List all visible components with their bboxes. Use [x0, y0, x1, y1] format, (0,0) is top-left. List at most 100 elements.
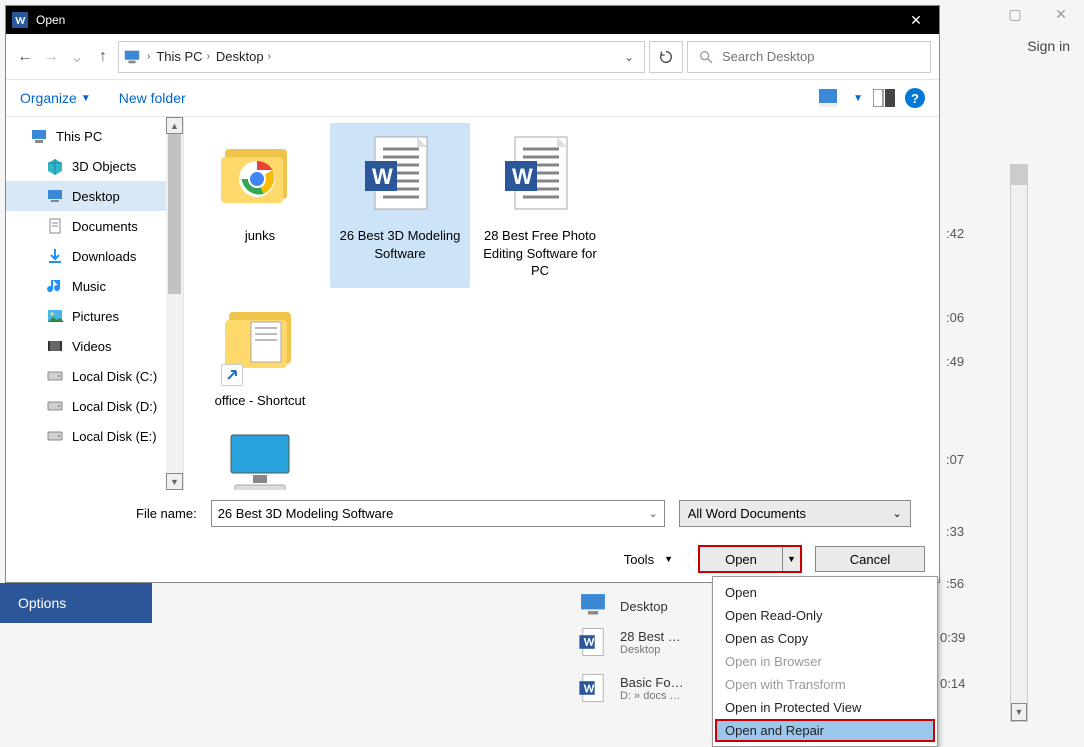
parent-close-icon[interactable]: ✕: [1038, 0, 1084, 28]
sidebar-item-this-pc[interactable]: This PC: [6, 121, 183, 151]
sidebar-item-label: Music: [72, 279, 106, 294]
disk-icon: [46, 367, 64, 385]
file-name-input[interactable]: 26 Best 3D Modeling Software ⌄: [211, 500, 665, 527]
sidebar-item-label: Documents: [72, 219, 138, 234]
sidebar-item-documents[interactable]: Documents: [6, 211, 183, 241]
search-field[interactable]: [722, 49, 920, 64]
word-doc-icon: W: [576, 671, 610, 705]
bg-file-name: Desktop: [620, 599, 668, 614]
parent-maximize-icon[interactable]: ▢: [992, 0, 1038, 28]
file-label: junks: [245, 227, 275, 245]
sidebar-item-local-disk-c-[interactable]: Local Disk (C:): [6, 361, 183, 391]
open-split-button[interactable]: Open ▼: [699, 546, 801, 572]
options-sidebar-item[interactable]: Options: [0, 583, 152, 623]
sidebar-item-music[interactable]: Music: [6, 271, 183, 301]
menu-item-open-as-copy[interactable]: Open as Copy: [715, 627, 935, 650]
folder-tree: This PC 3D Objects Desktop Documents Downloa…: [6, 117, 184, 490]
dialog-title: Open: [36, 13, 65, 27]
sidebar-item-videos[interactable]: Videos: [6, 331, 183, 361]
vid-icon: [46, 337, 64, 355]
sidebar-scrollbar[interactable]: ▲ ▼: [166, 117, 183, 490]
help-icon[interactable]: ?: [905, 88, 925, 108]
scroll-thumb[interactable]: [168, 134, 181, 294]
refresh-button[interactable]: [649, 41, 683, 73]
word-icon: W: [355, 131, 445, 221]
file-item[interactable]: office - Shortcut: [190, 288, 330, 418]
svg-text:W: W: [584, 682, 595, 696]
menu-item-open-read-only[interactable]: Open Read-Only: [715, 604, 935, 627]
sidebar-item-label: 3D Objects: [72, 159, 136, 174]
bg-time: :42: [946, 226, 964, 241]
organize-button[interactable]: Organize ▼: [20, 90, 91, 106]
sidebar-item-label: Local Disk (C:): [72, 369, 157, 384]
menu-item-open-with-transform: Open with Transform: [715, 673, 935, 696]
open-dialog: W Open ✕ ← → ⌄ ↑ › This PC› Desktop› ⌄ O…: [5, 5, 940, 583]
desktop-icon: [576, 589, 610, 623]
tools-button[interactable]: Tools▼: [624, 552, 673, 567]
nav-back-icon[interactable]: ←: [14, 46, 36, 68]
chevron-down-icon[interactable]: ⌄: [648, 507, 657, 520]
address-drop-icon[interactable]: ⌄: [618, 42, 640, 72]
chevron-right-icon: ›: [207, 51, 210, 62]
open-drop-icon[interactable]: ▼: [782, 547, 800, 571]
view-drop-icon[interactable]: ▼: [853, 93, 863, 104]
preview-pane-icon[interactable]: [873, 89, 895, 107]
menu-item-open-in-protected-view[interactable]: Open in Protected View: [715, 696, 935, 719]
sidebar-item-desktop[interactable]: Desktop: [6, 181, 183, 211]
crumb-this-pc[interactable]: This PC›: [156, 49, 210, 64]
search-input[interactable]: [687, 41, 931, 73]
close-button[interactable]: ✕: [893, 6, 939, 34]
nav-forward-icon[interactable]: →: [40, 46, 62, 68]
sidebar-item-3d-objects[interactable]: 3D Objects: [6, 151, 183, 181]
bg-file-time: 0:39: [940, 630, 965, 645]
pc-shortcut-icon: [215, 425, 305, 490]
sidebar-item-local-disk-e-[interactable]: Local Disk (E:): [6, 421, 183, 451]
folder-chrome-icon: [215, 131, 305, 221]
bg-file-time: 0:14: [940, 676, 965, 691]
nav-up-icon[interactable]: ↑: [92, 46, 114, 68]
bg-file-sub: Desktop: [620, 644, 681, 656]
word-icon: W: [495, 131, 585, 221]
sign-in-link[interactable]: Sign in: [1027, 38, 1070, 54]
nav-recent-icon[interactable]: ⌄: [66, 46, 88, 68]
download-icon: [46, 247, 64, 265]
bg-file-name: Basic Fo…: [620, 675, 684, 690]
menu-item-open[interactable]: Open: [715, 581, 935, 604]
refresh-icon: [658, 49, 674, 65]
scroll-up-icon[interactable]: ▲: [166, 117, 183, 134]
svg-text:W: W: [584, 636, 595, 650]
address-bar[interactable]: › This PC› Desktop› ⌄: [118, 41, 645, 73]
scroll-down-icon[interactable]: ▼: [166, 473, 183, 490]
open-dropdown-menu: OpenOpen Read-OnlyOpen as CopyOpen in Br…: [712, 576, 938, 747]
bg-time: :07: [946, 452, 964, 467]
open-button-label: Open: [700, 552, 782, 567]
scroll-down-icon[interactable]: ▼: [1011, 703, 1027, 721]
word-doc-icon: W: [576, 625, 610, 659]
cancel-button[interactable]: Cancel: [815, 546, 925, 572]
cube-icon: [46, 157, 64, 175]
pic-icon: [46, 307, 64, 325]
document-scrollbar[interactable]: ▲ ▼: [1010, 164, 1028, 722]
doc-icon: [46, 217, 64, 235]
sidebar-item-label: Downloads: [72, 249, 136, 264]
file-type-filter[interactable]: All Word Documents ⌄: [679, 500, 911, 527]
file-item[interactable]: This PC - Shortcut: [190, 417, 330, 490]
sidebar-item-downloads[interactable]: Downloads: [6, 241, 183, 271]
new-folder-button[interactable]: New folder: [119, 90, 186, 106]
menu-item-open-and-repair[interactable]: Open and Repair: [715, 719, 935, 742]
bg-time: :56: [946, 576, 964, 591]
sidebar-item-label: Local Disk (E:): [72, 429, 157, 444]
sidebar-item-label: Videos: [72, 339, 112, 354]
view-thumbnails-icon[interactable]: [819, 89, 843, 107]
sidebar-item-local-disk-d-[interactable]: Local Disk (D:): [6, 391, 183, 421]
file-item[interactable]: W26 Best 3D Modeling Software: [330, 123, 470, 288]
file-item[interactable]: W28 Best Free Photo Editing Software for…: [470, 123, 610, 288]
sidebar-item-pictures[interactable]: Pictures: [6, 301, 183, 331]
sidebar-item-label: Local Disk (D:): [72, 399, 157, 414]
crumb-desktop[interactable]: Desktop›: [216, 49, 271, 64]
bg-time: :49: [946, 354, 964, 369]
search-icon: [698, 49, 714, 65]
scroll-thumb[interactable]: [1011, 165, 1027, 185]
chevron-down-icon: ⌄: [892, 507, 901, 520]
file-item[interactable]: junks: [190, 123, 330, 288]
